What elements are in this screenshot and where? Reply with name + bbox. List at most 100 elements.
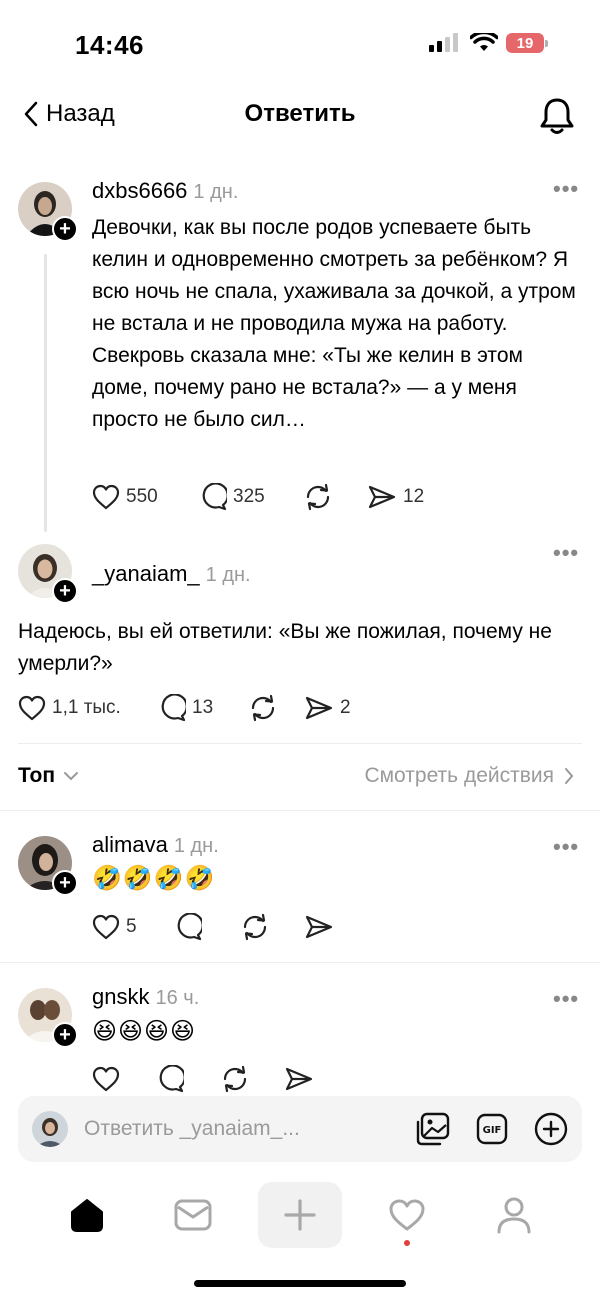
- activity-link-label: Смотреть действия: [364, 764, 554, 787]
- heart-icon: [92, 484, 120, 510]
- share-button[interactable]: [304, 914, 334, 940]
- bottom-tab-bar: [0, 1180, 600, 1250]
- comment-icon: [177, 913, 202, 941]
- send-icon: [305, 915, 333, 939]
- more-options-icon[interactable]: •••: [553, 540, 579, 566]
- post-time: 1 дн.: [193, 181, 239, 203]
- home-icon: [71, 1199, 103, 1232]
- back-label: Назад: [46, 100, 115, 127]
- like-count: 550: [126, 486, 158, 507]
- gallery-icon[interactable]: [416, 1112, 450, 1146]
- share-button[interactable]: 12: [367, 484, 424, 510]
- divider: [0, 810, 600, 811]
- send-icon: [285, 1067, 313, 1091]
- divider: [0, 962, 600, 963]
- more-options-icon[interactable]: •••: [553, 176, 579, 202]
- repost-button[interactable]: [240, 913, 304, 941]
- share-button[interactable]: 2: [304, 695, 351, 721]
- repost-icon: [223, 1065, 247, 1093]
- repost-icon: [306, 483, 330, 511]
- tab-profile[interactable]: [496, 1196, 532, 1239]
- comment-time: 16 ч.: [155, 987, 200, 1009]
- comment-actions: 5: [92, 913, 334, 941]
- tab-inbox[interactable]: [174, 1198, 212, 1237]
- send-icon: [368, 485, 396, 509]
- reply-actions: 1,1 тыс. 13 2: [18, 694, 351, 722]
- battery-indicator: 19: [506, 33, 548, 53]
- profile-icon: [497, 1197, 531, 1234]
- follow-button[interactable]: +: [52, 578, 78, 604]
- like-count: 1,1 тыс.: [52, 697, 121, 718]
- follow-button[interactable]: +: [52, 216, 78, 242]
- reply-composer[interactable]: Ответить _yanaiam_... GIF: [18, 1096, 582, 1162]
- repost-button[interactable]: [303, 483, 367, 511]
- divider: [18, 743, 582, 744]
- like-count: 5: [126, 916, 137, 937]
- share-count: 2: [340, 697, 351, 718]
- send-icon: [305, 696, 333, 720]
- comment-username[interactable]: gnskk: [92, 984, 149, 1010]
- comment-icon: [161, 694, 186, 722]
- comment-icon: [159, 1065, 184, 1093]
- thread-line: [44, 254, 47, 532]
- heart-icon: [18, 695, 46, 721]
- plus-icon: [284, 1199, 316, 1231]
- post-username[interactable]: dxbs6666: [92, 178, 187, 204]
- heart-icon: [92, 1066, 120, 1092]
- more-options-icon[interactable]: •••: [553, 834, 579, 860]
- more-options-icon[interactable]: •••: [553, 986, 579, 1012]
- view-activity-link[interactable]: Смотреть действия: [364, 764, 574, 788]
- repost-button[interactable]: [220, 1065, 284, 1093]
- plus-circle-icon[interactable]: [534, 1112, 568, 1146]
- comment-count: 13: [192, 697, 214, 718]
- my-avatar: [32, 1111, 68, 1147]
- reply-time: 1 дн.: [205, 564, 251, 586]
- share-count: 12: [403, 486, 425, 507]
- share-button[interactable]: [284, 1066, 314, 1092]
- heart-icon: [389, 1199, 425, 1231]
- follow-button[interactable]: +: [52, 870, 78, 896]
- notification-dot: [404, 1240, 410, 1246]
- reply-input[interactable]: Ответить _yanaiam_...: [84, 1117, 416, 1141]
- heart-icon: [92, 914, 120, 940]
- comment-username[interactable]: alimava: [92, 832, 168, 858]
- status-time: 14:46: [75, 30, 144, 60]
- svg-text:GIF: GIF: [483, 1125, 502, 1136]
- repost-icon: [243, 913, 267, 941]
- status-icons: 19: [428, 33, 548, 53]
- tab-activity[interactable]: [388, 1198, 426, 1246]
- tab-new-post[interactable]: [258, 1182, 342, 1248]
- comment-button[interactable]: [174, 913, 240, 941]
- follow-button[interactable]: +: [52, 1022, 78, 1048]
- comment-button[interactable]: 325: [199, 483, 303, 511]
- like-button[interactable]: 550: [92, 484, 199, 510]
- chevron-left-icon: [24, 101, 38, 127]
- bell-icon: [540, 98, 574, 134]
- sort-label: Топ: [18, 764, 56, 787]
- battery-level: 19: [506, 33, 544, 53]
- comment-count: 325: [233, 486, 265, 507]
- reply-text: Надеюсь, вы ей ответили: «Вы же пожилая,…: [18, 620, 552, 675]
- like-button[interactable]: [92, 1066, 156, 1092]
- notifications-button[interactable]: [538, 96, 576, 141]
- comment-button[interactable]: 13: [158, 694, 248, 722]
- like-button[interactable]: 5: [92, 914, 174, 940]
- reply-username[interactable]: _yanaiam_: [92, 561, 200, 587]
- repost-button[interactable]: [248, 694, 304, 722]
- wifi-icon: [470, 33, 498, 51]
- gif-icon[interactable]: GIF: [476, 1113, 508, 1145]
- back-button[interactable]: Назад: [22, 100, 115, 128]
- signal-icon: [429, 33, 458, 52]
- mail-icon: [174, 1199, 212, 1231]
- like-button[interactable]: 1,1 тыс.: [18, 695, 158, 721]
- tab-home[interactable]: [68, 1196, 106, 1239]
- post-actions: 550 325 12: [92, 483, 424, 511]
- sort-dropdown[interactable]: Топ: [18, 764, 79, 788]
- repost-icon: [251, 694, 275, 722]
- post-text: Девочки, как вы после родов успеваете бы…: [92, 216, 576, 431]
- comment-time: 1 дн.: [173, 835, 219, 857]
- chevron-down-icon: [64, 772, 79, 781]
- comment-text: 😆😆😆😆: [92, 1018, 197, 1045]
- comment-icon: [202, 483, 227, 511]
- comment-button[interactable]: [156, 1065, 220, 1093]
